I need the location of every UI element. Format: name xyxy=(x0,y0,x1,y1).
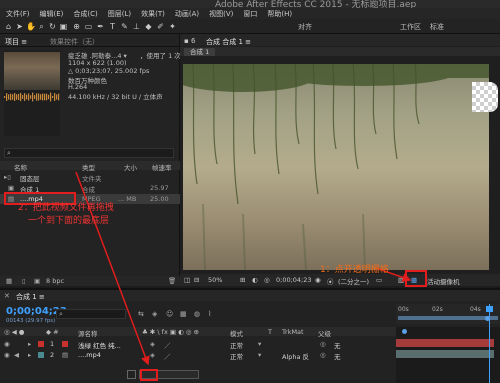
annotation-arrows xyxy=(75,171,412,366)
annotation-step2-line2: 一个到下面的最底层 xyxy=(28,216,110,226)
keyframe-dot xyxy=(402,329,407,334)
annotation-step2-line1: 2：把此视频文件再拖拽 xyxy=(18,203,114,213)
playhead-dot xyxy=(485,316,490,321)
annotation-step1: 1：点开透明栅格 xyxy=(320,265,389,275)
